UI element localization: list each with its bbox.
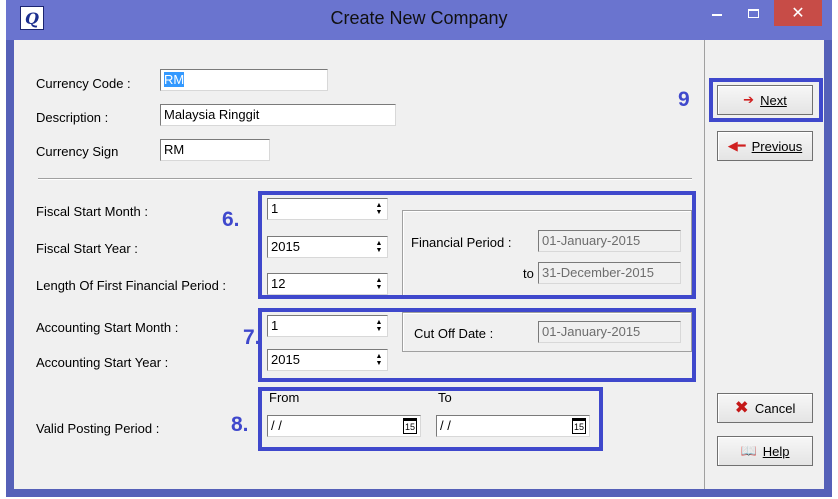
maximize-button[interactable] bbox=[736, 0, 770, 26]
previous-button-label: Previous bbox=[751, 138, 803, 154]
annotation-box-8 bbox=[258, 387, 603, 451]
currency-sign-label: Currency Sign bbox=[36, 144, 119, 159]
currency-code-label: Currency Code : bbox=[36, 76, 131, 91]
annotation-number-8: 8. bbox=[231, 413, 249, 436]
annotation-number-9: 9 bbox=[678, 88, 690, 111]
close-button[interactable]: ✕ bbox=[774, 0, 822, 26]
fiscal-start-month-label: Fiscal Start Month : bbox=[36, 204, 148, 219]
section-divider bbox=[38, 178, 692, 180]
previous-button[interactable]: ◀━ Previous bbox=[717, 131, 813, 161]
annotation-box-7 bbox=[258, 308, 696, 382]
maximize-icon bbox=[747, 8, 759, 18]
minimize-button[interactable] bbox=[700, 0, 734, 26]
accounting-start-year-label: Accounting Start Year : bbox=[36, 355, 169, 370]
close-icon: ✕ bbox=[791, 5, 805, 22]
dialog-body: Currency Code : RM Description : Malaysi… bbox=[14, 40, 824, 489]
help-button[interactable]: 📖 Help bbox=[717, 436, 813, 466]
fiscal-start-year-label: Fiscal Start Year : bbox=[36, 241, 138, 256]
currency-code-value: RM bbox=[164, 72, 185, 87]
currency-sign-field[interactable]: RM bbox=[160, 139, 270, 161]
title-bar[interactable]: Q Create New Company ✕ bbox=[6, 0, 832, 40]
annotation-box-9 bbox=[709, 78, 823, 122]
currency-code-field[interactable]: RM bbox=[160, 69, 328, 91]
window-frame: Q Create New Company ✕ Currency Code : R… bbox=[6, 0, 832, 497]
cancel-button-label: Cancel bbox=[754, 400, 796, 416]
valid-posting-period-label: Valid Posting Period : bbox=[36, 421, 160, 436]
annotation-box-6 bbox=[258, 191, 696, 299]
book-icon: 📖 bbox=[740, 443, 757, 458]
accounting-start-month-label: Accounting Start Month : bbox=[36, 320, 179, 335]
arrow-left-icon: ◀━ bbox=[727, 138, 746, 153]
annotation-number-7: 7. bbox=[243, 326, 261, 349]
minimize-icon bbox=[712, 14, 722, 16]
description-label: Description : bbox=[36, 110, 109, 125]
cancel-x-icon: ✖ bbox=[734, 398, 749, 417]
help-button-label: Help bbox=[762, 443, 790, 459]
first-period-length-label: Length Of First Financial Period : bbox=[36, 278, 227, 293]
cancel-button[interactable]: ✖ Cancel bbox=[717, 393, 813, 423]
annotation-number-6: 6. bbox=[222, 208, 240, 231]
description-field[interactable]: Malaysia Ringgit bbox=[160, 104, 396, 126]
